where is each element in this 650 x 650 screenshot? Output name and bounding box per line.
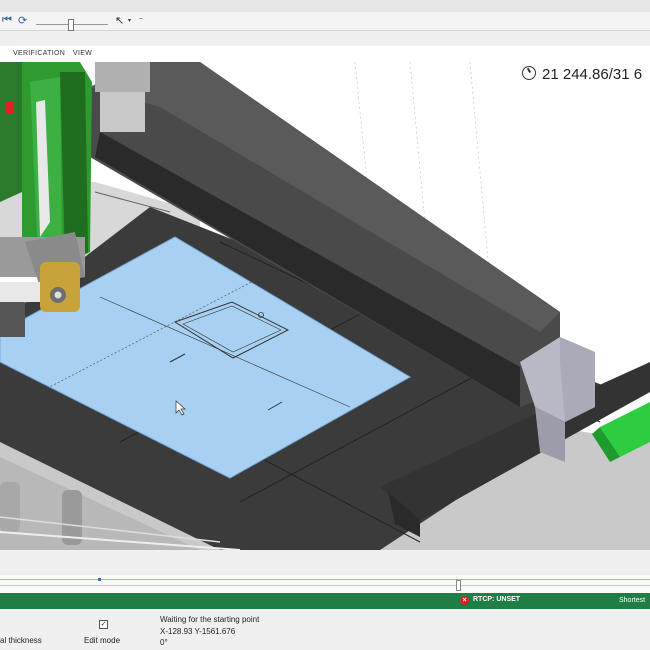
cursor-coordinates: X-128.93 Y-1561.676 xyxy=(160,627,236,636)
thickness-label[interactable]: al thickness xyxy=(0,636,42,645)
timeline-track xyxy=(0,585,650,586)
prompt-message: Waiting for the starting point xyxy=(160,615,260,624)
skip-back-icon[interactable]: ⏮ xyxy=(2,14,12,27)
timeline-scrubber[interactable] xyxy=(456,580,461,591)
refresh-icon[interactable]: ⟳ xyxy=(18,14,27,27)
tab-verification[interactable]: VERIFICATION xyxy=(13,50,65,57)
status-bar: × RTCP: UNSET Shortest xyxy=(0,593,650,609)
simulation-timeline[interactable] xyxy=(0,575,650,593)
timeline-start-marker xyxy=(98,578,101,581)
zoom-slider-thumb[interactable] xyxy=(68,19,74,31)
more-icon[interactable]: ⁼ xyxy=(139,16,143,24)
edit-mode-label[interactable]: Edit mode xyxy=(84,636,120,645)
clock-icon xyxy=(522,66,536,80)
close-icon: × xyxy=(460,596,469,605)
cursor-angle: 0° xyxy=(160,638,168,647)
3d-viewport[interactable]: 21 244.86/31 6 xyxy=(0,62,650,550)
chevron-down-icon[interactable]: ▾ xyxy=(128,17,131,24)
edit-mode-checkbox[interactable]: ✓ xyxy=(99,620,108,629)
rtcp-status[interactable]: × RTCP: UNSET xyxy=(460,596,520,605)
playback-toolbar: ⏮ ⟳ ↖ ▾ ⁼ xyxy=(0,12,650,31)
coordinate-readout: 21 244.86/31 6 xyxy=(522,66,642,83)
coordinate-value: 21 244.86/31 6 xyxy=(542,66,643,83)
tab-view[interactable]: VIEW xyxy=(73,50,92,57)
shortest-path-label[interactable]: Shortest xyxy=(619,597,645,604)
ribbon-tabs: VERIFICATION VIEW xyxy=(0,46,650,63)
machine-model-render xyxy=(0,62,650,550)
command-panel: al thickness ✓ Edit mode Waiting for the… xyxy=(0,609,650,650)
rtcp-label: RTCP: UNSET xyxy=(473,596,521,603)
cursor-arrow-icon[interactable]: ↖ xyxy=(115,14,124,27)
